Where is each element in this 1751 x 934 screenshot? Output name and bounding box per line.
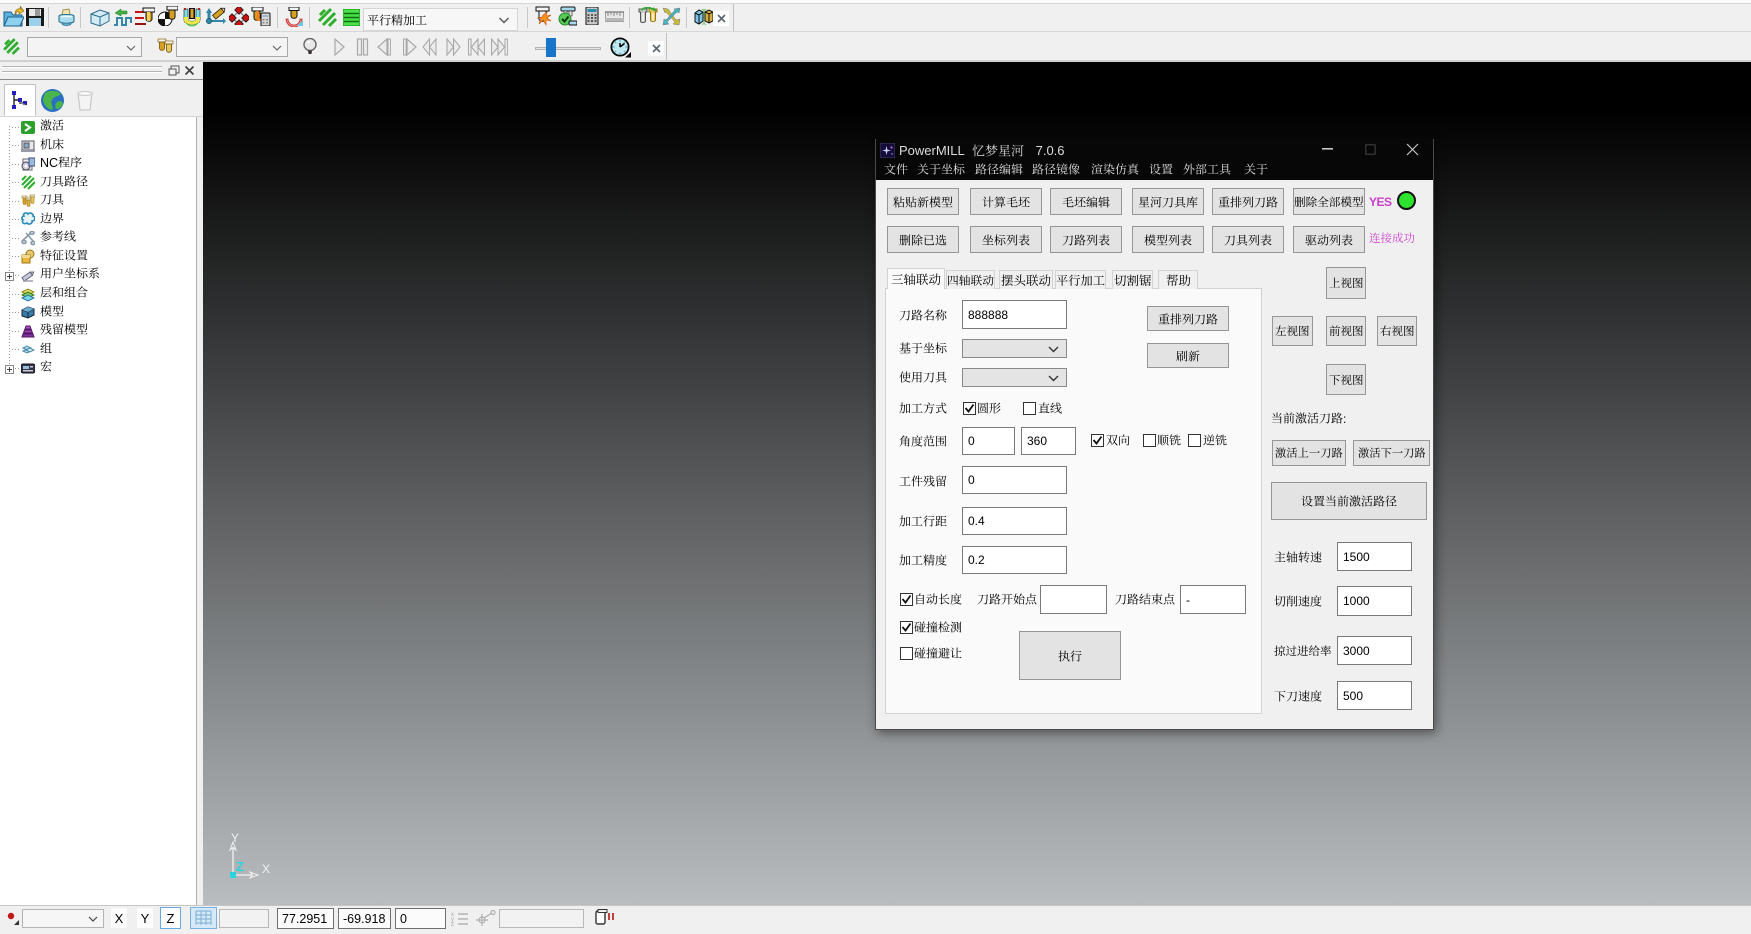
svg-text:X: X [262,862,270,876]
svg-text:z: z [451,922,454,926]
svg-text:Z: Z [236,859,244,874]
svg-text:Y: Y [231,831,239,845]
